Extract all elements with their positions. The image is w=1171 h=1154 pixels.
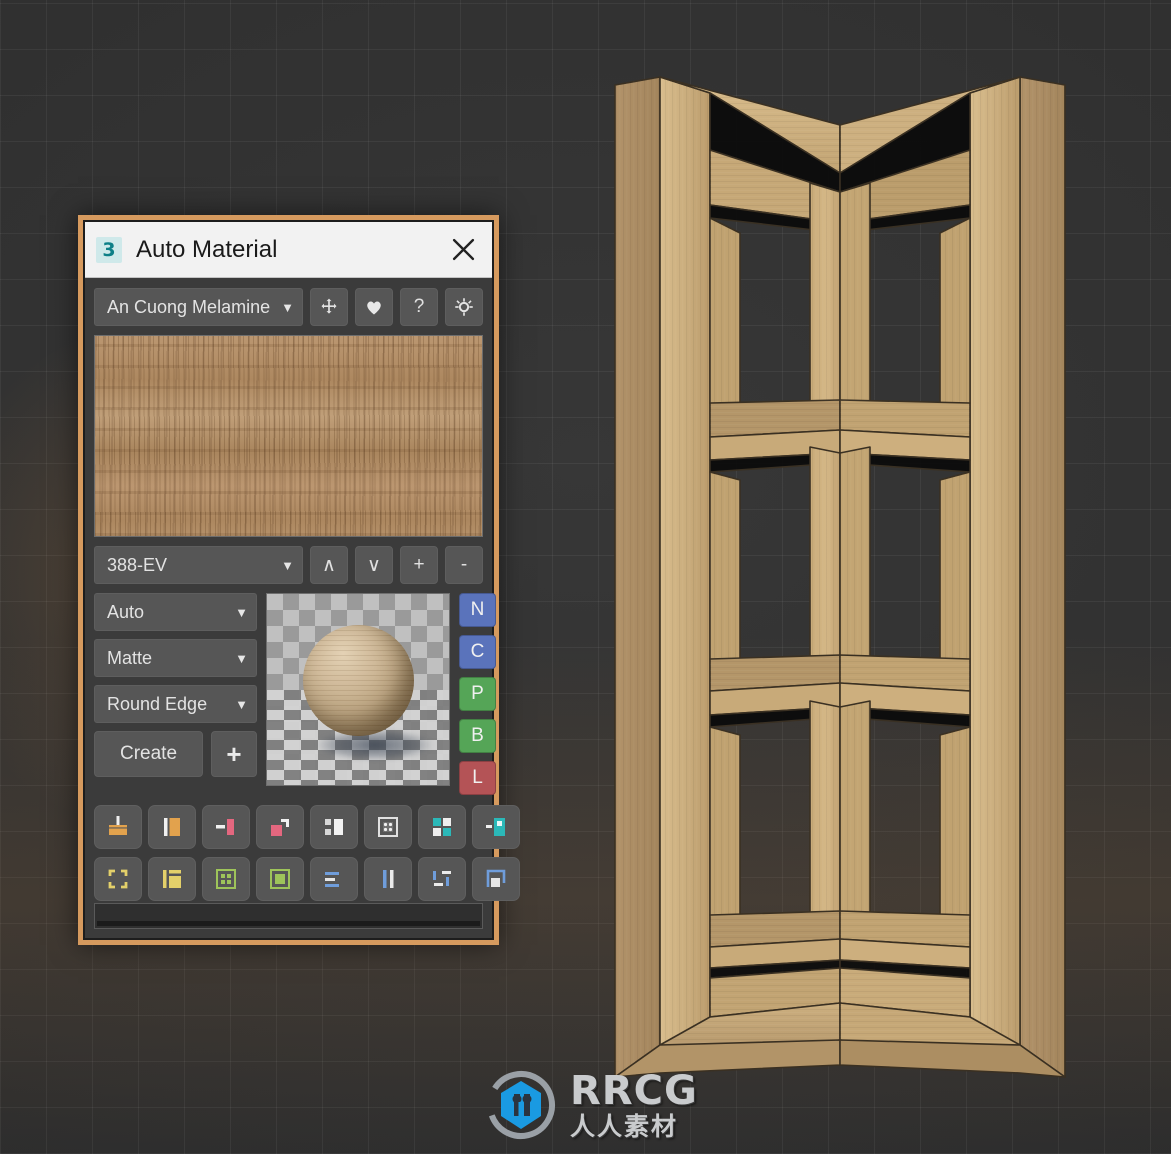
layout-left-tool[interactable] [148, 857, 196, 901]
favorite-button[interactable] [355, 288, 393, 326]
side-panel-icon [486, 818, 505, 836]
two-columns-icon [383, 870, 394, 888]
tool-icon-grid [94, 805, 520, 901]
apply-to-panel-tool[interactable] [148, 805, 196, 849]
material-library-value: An Cuong Melamine [107, 296, 271, 317]
add-variant-button[interactable]: + [400, 546, 438, 584]
progress-fill [97, 921, 480, 926]
material-options-column: Auto ▼ Matte ▼ Round Edge ▼ Create + [94, 593, 257, 795]
rrcg-watermark: RRCG 人人素材 [484, 1068, 698, 1142]
chevron-down-icon: ▼ [281, 299, 294, 315]
channel-bump-button[interactable]: B [459, 719, 496, 753]
wood-texture-preview[interactable] [94, 335, 483, 537]
chevron-down-icon: ▼ [281, 557, 294, 573]
corner-frame-tool[interactable] [472, 857, 520, 901]
layout-left-icon [163, 870, 181, 888]
channel-buttons: N C P B L [459, 593, 496, 795]
align-rows-tool[interactable] [310, 857, 358, 901]
tool-row-1 [94, 805, 520, 849]
material-library-dropdown[interactable]: An Cuong Melamine ▼ [94, 288, 303, 326]
side-panel-tool[interactable] [472, 805, 520, 849]
two-columns-tool[interactable] [364, 857, 412, 901]
sphere-shadow [317, 729, 431, 761]
quad-tiles-icon [433, 818, 451, 836]
close-icon [452, 238, 474, 261]
corner-frame-icon [486, 869, 506, 887]
edge-value: Round Edge [107, 693, 208, 714]
corner-join-icon [271, 819, 289, 836]
finish-value: Matte [107, 647, 153, 668]
help-button[interactable]: ? [400, 288, 438, 326]
select-brackets-icon [108, 869, 128, 889]
corner-shelf-model[interactable] [560, 55, 1120, 1105]
chevron-down-icon: ▼ [235, 696, 248, 712]
grid-cells-tool[interactable] [202, 857, 250, 901]
move-cross-icon [321, 298, 337, 314]
floor-plane-icon [109, 816, 127, 835]
grid-cells-icon [216, 869, 236, 889]
variant-value: 388-EV [107, 554, 168, 575]
auto-material-dialog[interactable]: 3 Auto Material An Cuong Melamine ▼ ? 38… [78, 215, 520, 945]
tool-row-2 [94, 857, 520, 901]
chevron-down-icon: ▼ [235, 650, 248, 666]
chevron-down-icon: ▼ [235, 604, 248, 620]
remove-variant-button[interactable]: - [445, 546, 483, 584]
apply-to-floor-tool[interactable] [94, 805, 142, 849]
mapping-dropdown[interactable]: Auto ▼ [94, 593, 257, 631]
rrcg-watermark-text: RRCG 人人素材 [570, 1071, 698, 1139]
rrcg-logo-icon [487, 1071, 555, 1139]
quad-tiles-tool[interactable] [418, 805, 466, 849]
gear-icon [455, 298, 473, 316]
close-button[interactable] [440, 227, 486, 273]
add-material-button[interactable]: + [211, 731, 257, 777]
checker-map-tool[interactable] [364, 805, 412, 849]
corner-join-tool[interactable] [256, 805, 304, 849]
checker-map-icon [378, 817, 398, 837]
split-face-tool[interactable] [310, 805, 358, 849]
heart-icon [367, 301, 381, 315]
material-options-section: Auto ▼ Matte ▼ Round Edge ▼ Create + N C… [94, 593, 496, 795]
mapping-value: Auto [107, 601, 145, 622]
scatter-bars-icon [433, 871, 451, 886]
fill-square-tool[interactable] [256, 857, 304, 901]
dialog-title: Auto Material [136, 235, 278, 263]
progress-bar[interactable] [94, 903, 483, 929]
variant-dropdown[interactable]: 388-EV ▼ [94, 546, 303, 584]
library-row: An Cuong Melamine ▼ ? [94, 288, 483, 326]
fill-square-icon [270, 869, 290, 889]
watermark-en-text: RRCG [570, 1068, 698, 1114]
create-row: Create + [94, 731, 257, 777]
channel-light-button[interactable]: L [459, 761, 496, 795]
channel-normal-button[interactable]: N [459, 593, 496, 627]
material-sphere [303, 624, 415, 737]
align-rows-icon [325, 872, 339, 887]
channel-color-button[interactable]: C [459, 635, 496, 669]
select-bounds-tool[interactable] [94, 857, 142, 901]
edge-strip-icon [216, 819, 234, 835]
scatter-bars-tool[interactable] [418, 857, 466, 901]
vertical-panel-icon [164, 818, 180, 836]
dialog-body: An Cuong Melamine ▼ ? 388-EV ▼ ∧ ∨ + - A… [85, 278, 520, 938]
settings-button[interactable] [445, 288, 483, 326]
prev-button[interactable]: ∧ [310, 546, 348, 584]
split-face-icon [325, 819, 343, 835]
watermark-cn-text: 人人素材 [570, 1112, 679, 1141]
channel-physical-button[interactable]: P [459, 677, 496, 711]
create-button[interactable]: Create [94, 731, 203, 777]
variant-row: 388-EV ▼ ∧ ∨ + - [94, 546, 483, 584]
3dsmax-icon: 3 [96, 236, 122, 263]
edge-dropdown[interactable]: Round Edge ▼ [94, 685, 257, 723]
material-sphere-preview[interactable] [266, 593, 450, 786]
move-button[interactable] [310, 288, 348, 326]
dialog-titlebar[interactable]: 3 Auto Material [85, 222, 492, 278]
apply-to-edge-tool[interactable] [202, 805, 250, 849]
finish-dropdown[interactable]: Matte ▼ [94, 639, 257, 677]
next-button[interactable]: ∨ [355, 546, 393, 584]
